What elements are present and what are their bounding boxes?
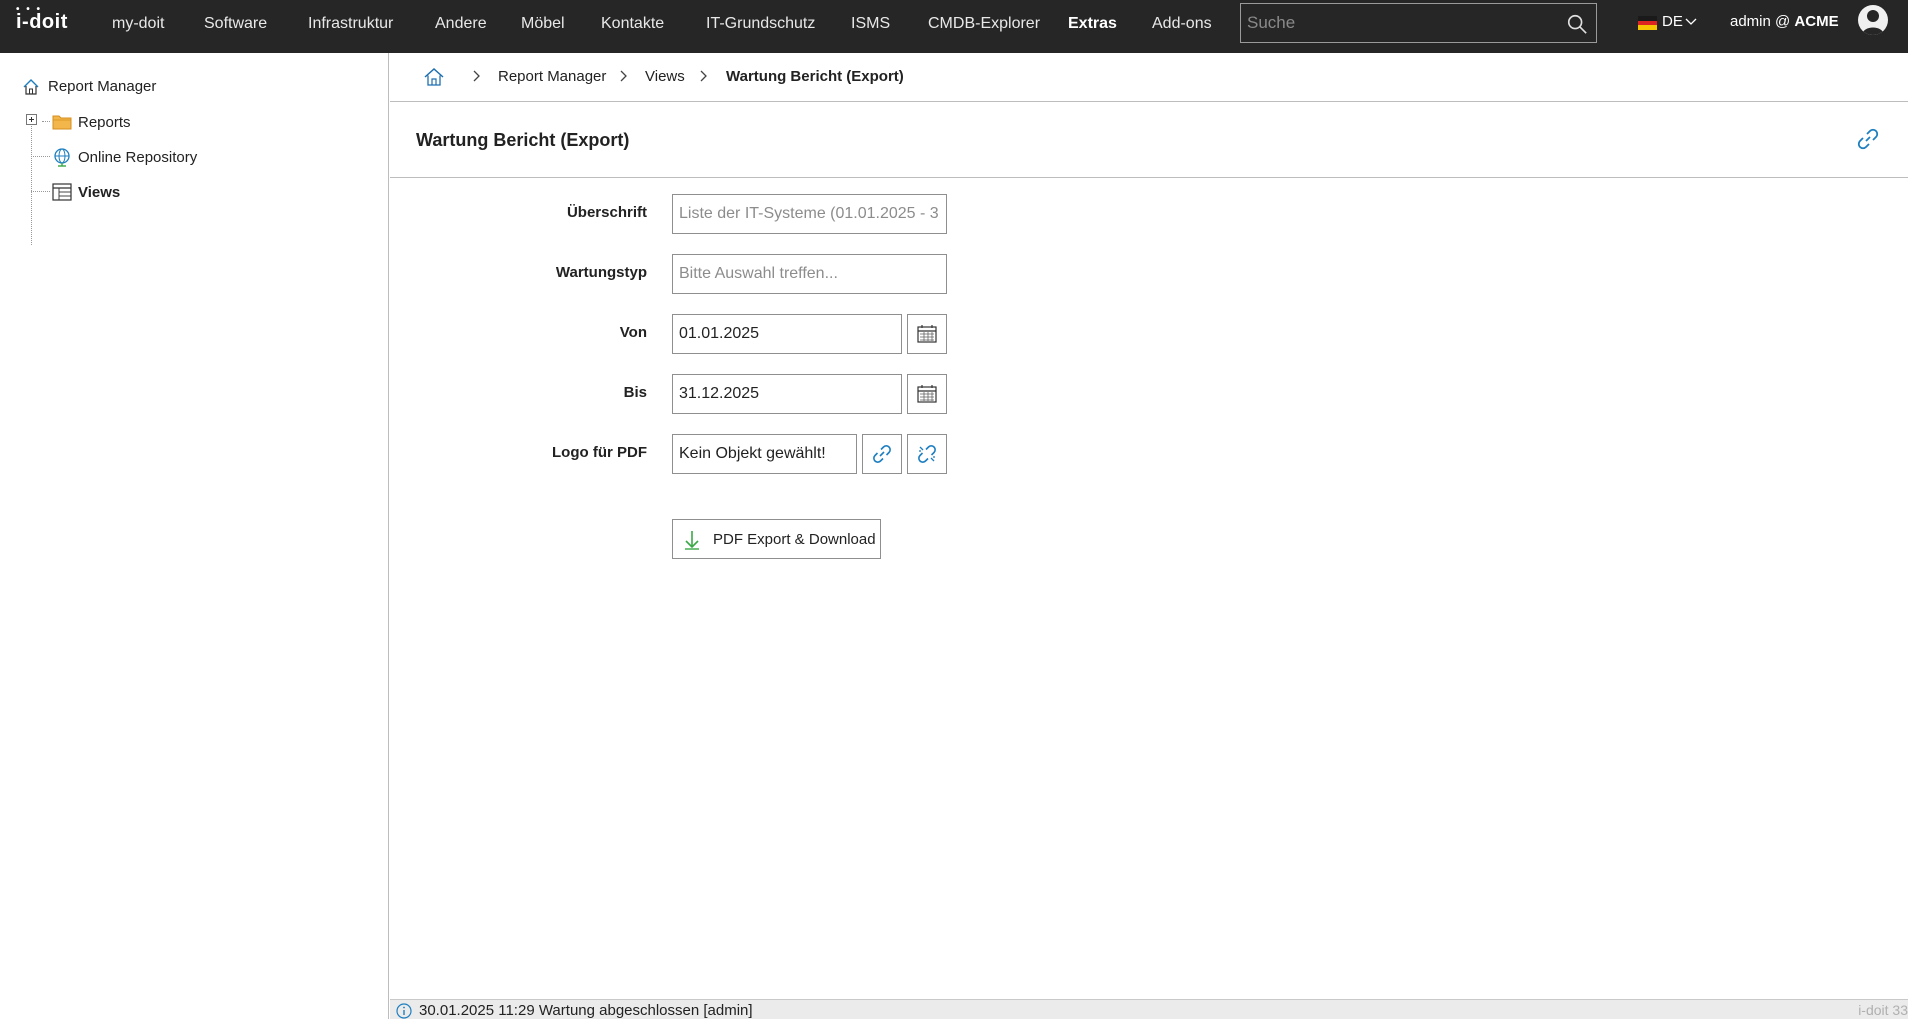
- search-box: [1240, 3, 1597, 43]
- chevron-right-icon: [700, 70, 707, 82]
- pdf-logo-label: Logo für PDF: [552, 444, 647, 461]
- tenant-name: ACME: [1794, 13, 1839, 30]
- headline-label: Überschrift: [566, 204, 647, 221]
- sidebar-tree: Report Manager Reports Online Repository: [0, 53, 389, 1019]
- version-label: i-doit 33: [1858, 1002, 1908, 1018]
- to-date-input[interactable]: [673, 375, 901, 413]
- nav-extras[interactable]: Extras: [1068, 0, 1117, 47]
- tree-item-label: Views: [78, 184, 121, 201]
- nav-infrastruktur[interactable]: Infrastruktur: [308, 0, 393, 47]
- i-doit-logo[interactable]: • • • i-doit: [16, 4, 68, 34]
- calendar-icon: [917, 385, 937, 403]
- breadcrumb: Report Manager Views Wartung Bericht (Ex…: [390, 53, 1908, 102]
- maintenance-type-label: Wartungstyp: [555, 264, 647, 281]
- status-message: 30.01.2025 11:29 Wartung abgeschlossen […: [419, 1002, 753, 1019]
- nav-it-grundschutz[interactable]: IT-Grundschutz: [706, 0, 815, 47]
- breadcrumb-report-manager[interactable]: Report Manager: [498, 68, 606, 85]
- nav-software[interactable]: Software: [204, 0, 267, 47]
- nav-isms[interactable]: ISMS: [851, 0, 890, 47]
- nav-andere[interactable]: Andere: [435, 0, 487, 47]
- chevron-right-icon: [473, 70, 480, 82]
- calendar-icon: [917, 325, 937, 343]
- page-title: Wartung Bericht (Export): [416, 130, 630, 150]
- tree-item-label: Reports: [78, 114, 131, 131]
- search-icon[interactable]: [1566, 13, 1588, 35]
- tree-root-label: Report Manager: [48, 78, 157, 95]
- user-menu[interactable]: admin @ ACME: [1730, 13, 1839, 30]
- tree-connector-line: [31, 121, 32, 245]
- pdf-export-download-button[interactable]: PDF Export & Download: [672, 519, 881, 559]
- info-icon: [396, 1003, 412, 1019]
- nav-moebel[interactable]: Möbel: [521, 0, 565, 47]
- expand-toggle-icon[interactable]: [26, 114, 37, 125]
- german-flag-icon: [1638, 16, 1657, 30]
- to-date-field: [672, 374, 902, 414]
- tree-item-label: Online Repository: [78, 149, 198, 166]
- headline-field: [672, 194, 947, 234]
- from-date-label: Von: [619, 324, 647, 341]
- breadcrumb-current: Wartung Bericht (Export): [726, 68, 904, 85]
- nav-add-ons[interactable]: Add-ons: [1152, 0, 1212, 47]
- export-button-label: PDF Export & Download: [713, 531, 876, 548]
- nav-cmdb-explorer[interactable]: CMDB-Explorer: [928, 0, 1040, 47]
- search-input[interactable]: [1241, 4, 1561, 42]
- home-icon[interactable]: [424, 67, 444, 87]
- status-bar: 30.01.2025 11:29 Wartung abgeschlossen […: [390, 999, 1908, 1019]
- link-icon: [873, 445, 891, 463]
- user-name: admin @: [1730, 13, 1791, 30]
- table-view-icon: [52, 183, 72, 201]
- globe-icon: [54, 148, 70, 167]
- to-date-label: Bis: [623, 384, 647, 401]
- nav-kontakte[interactable]: Kontakte: [601, 0, 664, 47]
- folder-icon: [52, 115, 72, 130]
- top-navigation-bar: • • • i-doit my-doit Software Infrastruk…: [0, 0, 1908, 53]
- attach-object-button[interactable]: [862, 434, 902, 474]
- chevron-down-icon: [1685, 18, 1697, 25]
- pdf-logo-field: [672, 434, 857, 474]
- headline-input[interactable]: [673, 195, 946, 233]
- maintenance-type-field: [672, 254, 947, 294]
- breadcrumb-views[interactable]: Views: [645, 68, 685, 85]
- pdf-logo-input[interactable]: [673, 435, 856, 473]
- maintenance-type-select[interactable]: [673, 255, 946, 293]
- home-icon: [23, 79, 39, 95]
- link-icon[interactable]: [1856, 127, 1880, 151]
- language-label: DE: [1662, 13, 1683, 30]
- from-date-input[interactable]: [673, 315, 901, 353]
- detach-object-button[interactable]: [907, 434, 947, 474]
- page-header: Wartung Bericht (Export): [390, 103, 1908, 178]
- download-icon: [685, 531, 699, 550]
- unlink-icon: [918, 445, 936, 463]
- user-avatar-icon[interactable]: [1858, 5, 1888, 35]
- nav-my-doit[interactable]: my-doit: [112, 0, 164, 47]
- to-date-calendar-button[interactable]: [907, 374, 947, 414]
- from-date-calendar-button[interactable]: [907, 314, 947, 354]
- from-date-field: [672, 314, 902, 354]
- chevron-right-icon: [620, 70, 627, 82]
